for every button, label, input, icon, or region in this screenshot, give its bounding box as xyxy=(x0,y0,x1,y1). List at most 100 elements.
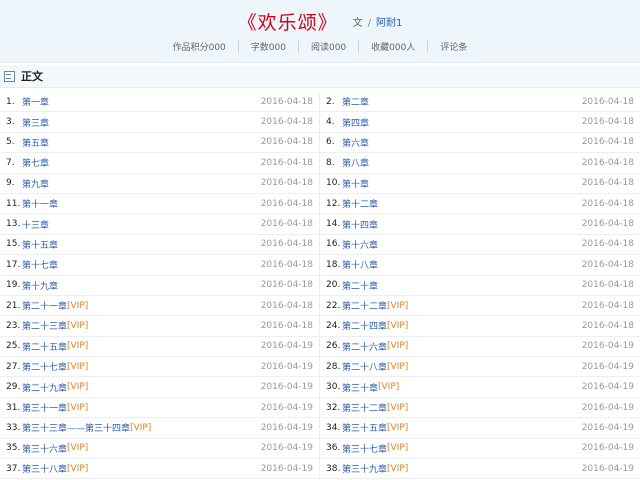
chapter-link[interactable]: 第十章 xyxy=(342,177,369,190)
chapter-link[interactable]: 第十一章 xyxy=(22,197,58,210)
author-link[interactable]: 阿耐1 xyxy=(376,18,402,29)
chapter-link[interactable]: 第九章 xyxy=(22,177,49,190)
vip-tag: [VIP] xyxy=(67,443,89,454)
chapter-link[interactable]: 第十八章 xyxy=(342,258,378,271)
chapter-number: 35. xyxy=(6,443,21,454)
chapter-row: 1. 第一章 2016-04-18 xyxy=(0,92,320,113)
chapter-date: 2016-04-18 xyxy=(260,117,313,128)
chapter-number: 30. xyxy=(326,382,341,393)
chapter-link[interactable]: 第一章 xyxy=(22,95,49,108)
chapter-row: 11. 第十一章 2016-04-18 xyxy=(0,193,320,215)
chapter-link[interactable]: 第七章 xyxy=(22,156,49,169)
chapter-row: 38. 第三十九章 [VIP] 2016-04-19 xyxy=(320,459,640,480)
chapter-link[interactable]: 第三十二章 xyxy=(342,401,387,414)
chapter-row: 15. 第十五章 2016-04-18 xyxy=(0,234,320,256)
chapter-number: 18. xyxy=(326,259,341,270)
chapter-link[interactable]: 第二十九章 xyxy=(22,381,67,394)
chapter-link[interactable]: 第二章 xyxy=(342,95,369,108)
chapter-number: 16. xyxy=(326,239,341,250)
chapter-row: 5. 第五章 2016-04-18 xyxy=(0,132,320,154)
chapter-link[interactable]: 第十九章 xyxy=(22,279,58,292)
chapter-row: 7. 第七章 2016-04-18 xyxy=(0,153,320,174)
chapter-link[interactable]: 第二十六章 xyxy=(342,340,387,353)
chapter-number: 3. xyxy=(6,117,15,128)
chapter-date: 2016-04-18 xyxy=(581,96,634,107)
chapter-row: 33. 第三十三章——第三十四章 [VIP] 2016-04-19 xyxy=(0,418,320,439)
chapter-row: 37. 第三十八章 [VIP] 2016-04-19 xyxy=(0,459,320,480)
chapter-row: 6. 第六章 2016-04-18 xyxy=(320,133,640,154)
chapter-link[interactable]: 十三章 xyxy=(22,218,49,231)
chapter-link[interactable]: 第二十四章 xyxy=(342,319,387,332)
chapter-date: 2016-04-19 xyxy=(260,382,313,393)
stat-comments[interactable]: 评论条 xyxy=(427,40,479,53)
chapter-link[interactable]: 第六章 xyxy=(342,136,369,149)
vip-tag: [VIP] xyxy=(67,361,89,372)
chapter-date: 2016-04-19 xyxy=(581,361,634,372)
chapter-number: 7. xyxy=(6,157,15,168)
chapter-row: 35. 第三十六章 [VIP] 2016-04-19 xyxy=(0,438,320,460)
chapter-date: 2016-04-19 xyxy=(260,463,313,474)
vip-tag: [VIP] xyxy=(387,443,409,454)
chapter-link[interactable]: 第三十七章 xyxy=(342,442,387,455)
chapter-link[interactable]: 第四章 xyxy=(342,116,369,129)
chapter-link[interactable]: 第十七章 xyxy=(22,258,58,271)
chapter-date: 2016-04-18 xyxy=(581,137,634,148)
chapter-date: 2016-04-18 xyxy=(581,300,634,311)
chapter-date: 2016-04-18 xyxy=(581,280,634,291)
chapter-link[interactable]: 第二十章 xyxy=(342,279,378,292)
chapter-date: 2016-04-18 xyxy=(260,178,313,189)
chapter-row: 16. 第十六章 2016-04-18 xyxy=(320,235,640,256)
chapter-row: 3. 第三章 2016-04-18 xyxy=(0,112,320,133)
chapter-link[interactable]: 第三十章 xyxy=(342,381,378,394)
chapter-number: 28. xyxy=(326,361,341,372)
chapter-link[interactable]: 第三十一章 xyxy=(22,401,67,414)
chapter-link[interactable]: 第三十九章 xyxy=(342,462,387,475)
chapter-link[interactable]: 第二十二章 xyxy=(342,299,387,312)
section-header: 正文 xyxy=(0,65,640,88)
meta-separator: / xyxy=(367,18,372,29)
chapter-number: 21. xyxy=(6,300,21,311)
chapter-link[interactable]: 第十五章 xyxy=(22,238,58,251)
chapter-link[interactable]: 第二十一章 xyxy=(22,299,67,312)
chapter-row: 22. 第二十二章 [VIP] 2016-04-18 xyxy=(320,296,640,317)
stats-row: 作品积分000 字数000 阅读000 收藏000人 评论条 xyxy=(0,40,640,53)
chapter-date: 2016-04-19 xyxy=(581,382,634,393)
chapter-link[interactable]: 第五章 xyxy=(22,136,49,149)
chapter-link[interactable]: 第八章 xyxy=(342,156,369,169)
author-meta: 文 / 阿耐1 xyxy=(353,18,403,29)
chapter-number: 12. xyxy=(326,198,341,209)
chapter-link[interactable]: 第十二章 xyxy=(342,197,378,210)
chapter-link[interactable]: 第三十五章 xyxy=(342,421,387,434)
chapter-link[interactable]: 第二十五章 xyxy=(22,340,67,353)
chapter-number: 11. xyxy=(6,198,21,209)
vip-tag: [VIP] xyxy=(67,402,89,413)
chapter-row: 20. 第二十章 2016-04-18 xyxy=(320,276,640,296)
chapter-link[interactable]: 第二十七章 xyxy=(22,360,67,373)
chapter-number: 22. xyxy=(326,300,341,311)
chapter-link[interactable]: 第二十三章 xyxy=(22,319,67,332)
chapter-date: 2016-04-19 xyxy=(581,463,634,474)
chapter-link[interactable]: 第三十三章——第三十四章 xyxy=(22,421,130,434)
book-type-label: 文 xyxy=(352,18,363,29)
vip-tag: [VIP] xyxy=(387,361,409,372)
chapter-link[interactable]: 第三十八章 xyxy=(22,462,67,475)
chapter-number: 4. xyxy=(326,117,335,128)
chapter-link[interactable]: 第二十八章 xyxy=(342,360,387,373)
chapter-date: 2016-04-18 xyxy=(581,259,634,270)
chapter-row: 28. 第二十八章 [VIP] 2016-04-19 xyxy=(320,357,640,378)
chapter-link[interactable]: 第十四章 xyxy=(342,218,378,231)
chapter-link[interactable]: 第十六章 xyxy=(342,238,378,251)
chapter-number: 20. xyxy=(326,280,341,291)
chapter-number: 33. xyxy=(6,422,21,433)
chapter-link[interactable]: 第三章 xyxy=(22,116,49,129)
vip-tag: [VIP] xyxy=(387,300,409,311)
chapter-number: 15. xyxy=(6,239,21,250)
vip-tag: [VIP] xyxy=(67,341,89,352)
chapter-number: 23. xyxy=(6,320,21,331)
chapter-row: 4. 第四章 2016-04-18 xyxy=(320,112,640,133)
chapter-row: 24. 第二十四章 [VIP] 2016-04-18 xyxy=(320,316,640,337)
chapter-number: 25. xyxy=(6,341,21,352)
chapter-link[interactable]: 第三十六章 xyxy=(22,442,67,455)
vip-tag: [VIP] xyxy=(387,402,409,413)
chapter-date: 2016-04-18 xyxy=(260,280,313,291)
